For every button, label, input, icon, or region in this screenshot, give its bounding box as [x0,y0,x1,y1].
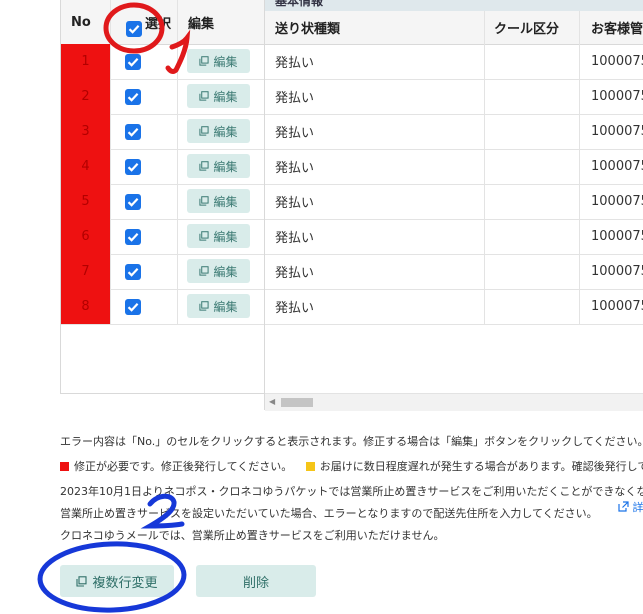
header-select: 選択 [145,16,172,32]
copy-icon [199,266,210,276]
bulk-edit-button[interactable]: 複数行変更 [60,565,174,597]
cell-shipping-type: 発払い [275,301,315,316]
details-link[interactable]: 詳 [618,499,643,515]
row-select-checkbox[interactable] [125,159,141,175]
table-row: 発払い 1000075 [265,289,643,325]
cell-shipping-type: 発払い [275,56,315,71]
row-select-checkbox[interactable] [125,264,141,280]
legend-red-text: 修正が必要です。修正後発行してください。 [74,460,293,473]
row-edit-button[interactable]: 編集 [187,224,250,248]
copy-icon [199,126,210,136]
cell-shipping-type: 発払い [275,231,315,246]
cell-shipping-type: 発払い [275,161,315,176]
yellow-square-icon [305,462,315,471]
table-row: 発払い 1000075 [265,219,643,255]
notice-line-1: 2023年10月1日よりネコポス・クロネコゆうパケットでは営業所止め置きサービス… [60,485,643,498]
row-no-cell[interactable]: 1 [61,44,110,79]
copy-icon [199,196,210,206]
row-no-cell[interactable]: 4 [61,149,110,184]
cell-customer-no: 1000075 [591,229,643,244]
row-edit-button[interactable]: 編集 [187,119,250,143]
row-no-cell[interactable]: 5 [61,184,110,219]
row-edit-button[interactable]: 編集 [187,259,250,283]
row-select-checkbox[interactable] [125,194,141,210]
notice-line-3: クロネコゆうメールでは、営業所止め置きサービスをご利用いただけません。 [60,529,445,542]
header-no: No [71,14,91,30]
cell-shipping-type: 発払い [275,196,315,211]
cell-customer-no: 1000075 [591,264,643,279]
fixed-left-table: No 選択 編集 1 編集 2 編集 3 編集 4 編集 5 編集 6 編集 7 編集 8 編集 [60,0,265,394]
table-row: 1 編集 [61,44,264,80]
table-row: 6 編集 [61,219,264,255]
table-row: 発払い 1000075 [265,79,643,115]
cell-customer-no: 1000075 [591,194,643,209]
cell-customer-no: 1000075 [591,299,643,314]
scroll-left-arrow-icon[interactable]: ◀ [269,397,275,406]
right-table-header: 送り状種類 クール区分 お客様管理 [265,11,643,45]
table-row: 発払い 1000075 [265,149,643,185]
copy-icon [199,161,210,171]
cell-shipping-type: 発払い [275,91,315,106]
cell-customer-no: 1000075 [591,89,643,104]
row-select-checkbox[interactable] [125,229,141,245]
scrollbar-thumb[interactable] [281,398,313,407]
row-no-cell[interactable]: 2 [61,79,110,114]
table-row: 発払い 1000075 [265,44,643,80]
cell-customer-no: 1000075 [591,159,643,174]
row-no-cell[interactable]: 8 [61,289,110,324]
row-edit-button[interactable]: 編集 [187,294,250,318]
row-select-checkbox[interactable] [125,124,141,140]
legend-line: 修正が必要です。修正後発行してください。 お届けに数日程度遅れが発生する場合があ… [60,458,643,474]
group-header: 基本情報 [265,0,643,11]
table-row: 8 編集 [61,289,264,325]
cell-shipping-type: 発払い [275,266,315,281]
table-row: 7 編集 [61,254,264,290]
table-row: 3 編集 [61,114,264,150]
red-square-icon [60,462,69,471]
row-no-cell[interactable]: 7 [61,254,110,289]
external-link-icon [618,501,629,512]
left-table-header: No 選択 編集 [61,0,264,45]
header-customer-no: お客様管理 [591,22,643,37]
row-edit-button[interactable]: 編集 [187,84,250,108]
row-select-checkbox[interactable] [125,54,141,70]
row-edit-button[interactable]: 編集 [187,49,250,73]
copy-icon [199,301,210,311]
copy-icon [76,575,88,587]
table-row: 4 編集 [61,149,264,185]
header-cool-type: クール区分 [494,22,560,37]
table-row: 発払い 1000075 [265,254,643,290]
cell-customer-no: 1000075 [591,124,643,139]
table-row: 2 編集 [61,79,264,115]
copy-icon [199,56,210,66]
scrollable-right-table: 基本情報 送り状種類 クール区分 お客様管理 発払い 1000075 発払い 1000… [264,0,643,411]
table-row: 発払い 1000075 [265,114,643,150]
select-all-checkbox[interactable] [126,21,142,37]
delete-button[interactable]: 削除 [196,565,316,597]
error-instruction-text: エラー内容は「No.」のセルをクリックすると表示されます。修正する場合は「編集」… [60,435,643,448]
notice-line-2: 営業所止め置きサービスを設定いただいていた場合、エラーとなりますので配送先住所を… [60,507,598,520]
copy-icon [199,91,210,101]
row-select-checkbox[interactable] [125,299,141,315]
row-select-checkbox[interactable] [125,89,141,105]
copy-icon [199,231,210,241]
header-shipping-type: 送り状種類 [275,22,341,37]
row-no-cell[interactable]: 6 [61,219,110,254]
cell-customer-no: 1000075 [591,54,643,69]
legend-yellow-text: お届けに数日程度遅れが発生する場合があります。確認後発行して [319,460,643,473]
row-no-cell[interactable]: 3 [61,114,110,149]
row-edit-button[interactable]: 編集 [187,189,250,213]
table-row: 発払い 1000075 [265,184,643,220]
horizontal-scrollbar[interactable]: ◀ [265,393,643,411]
header-edit: 編集 [188,16,215,32]
table-row: 5 編集 [61,184,264,220]
cell-shipping-type: 発払い [275,126,315,141]
row-edit-button[interactable]: 編集 [187,154,250,178]
